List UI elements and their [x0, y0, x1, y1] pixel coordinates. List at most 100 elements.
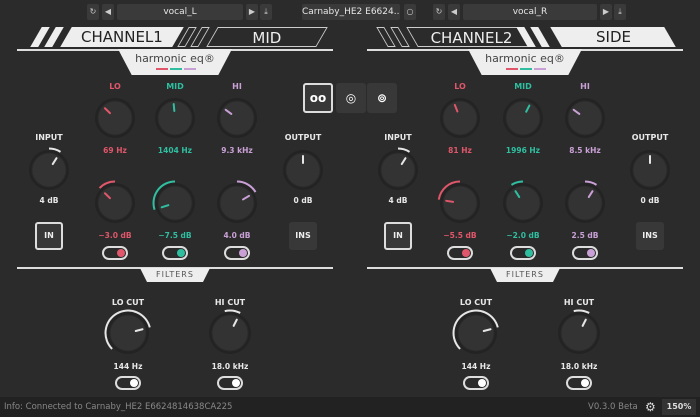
mid-freq-knob[interactable] — [499, 94, 547, 142]
logo: harmonic eq® — [118, 49, 232, 75]
hi-gain-value: 4.0 dB — [223, 231, 251, 240]
lo-freq-knob[interactable] — [436, 94, 484, 142]
ins-button[interactable]: INS — [636, 222, 664, 250]
lo-cut-label: LO CUT — [459, 298, 493, 307]
input-label: INPUT — [35, 133, 63, 142]
in-button[interactable]: IN — [35, 222, 63, 250]
input-value: 4 dB — [39, 196, 59, 205]
mid-band-toggle[interactable] — [510, 246, 536, 260]
link-linked-button[interactable]: ◎ — [336, 83, 366, 113]
hi-cut-toggle[interactable] — [217, 376, 243, 390]
input-knob[interactable] — [25, 146, 73, 194]
gear-icon[interactable]: ⚙ — [645, 400, 656, 414]
hi-band-toggle[interactable] — [224, 246, 250, 260]
knob-pointer — [172, 103, 176, 113]
save-right-icon[interactable]: ⤓ — [614, 4, 626, 20]
lo-gain-knob[interactable] — [91, 179, 139, 227]
filters-tab: FILTERS — [490, 268, 560, 282]
toggle-knob — [478, 379, 486, 387]
link-unlinked-button[interactable]: oo — [303, 83, 333, 113]
channel2-mode-button[interactable]: SIDE — [550, 27, 676, 47]
lo-band-toggle[interactable] — [447, 246, 473, 260]
lo-cut-value: 144 Hz — [113, 362, 143, 371]
lo-cut-knob[interactable] — [103, 308, 153, 358]
logo: harmonic eq® — [468, 49, 582, 75]
hi-band-toggle[interactable] — [572, 246, 598, 260]
mid-band-label: MID — [514, 82, 532, 91]
reconnect-icon[interactable]: ○ — [404, 4, 416, 20]
mid-gain-knob[interactable] — [499, 179, 547, 227]
mid-gain-value: −7.5 dB — [158, 231, 192, 240]
mid-band-label: MID — [166, 82, 184, 91]
preset-right-field[interactable]: vocal_R — [463, 4, 597, 20]
hi-freq-knob[interactable] — [561, 94, 609, 142]
lo-band-toggle[interactable] — [102, 246, 128, 260]
channel1-mode-button[interactable]: MID — [206, 27, 328, 47]
input-knob[interactable] — [374, 146, 422, 194]
hi-band-label: HI — [232, 82, 242, 91]
mid-gain-knob[interactable] — [151, 179, 199, 227]
lo-cut-knob[interactable] — [451, 308, 501, 358]
hi-freq-value: 8.5 kHz — [569, 146, 601, 155]
hi-cut-label: HI CUT — [214, 298, 246, 307]
mid-freq-knob[interactable] — [151, 94, 199, 142]
hi-gain-knob[interactable] — [213, 179, 261, 227]
prev-preset-right-button[interactable]: ◀ — [448, 4, 460, 20]
lo-gain-value: −3.0 dB — [98, 231, 132, 240]
toggle-knob — [581, 379, 589, 387]
lo-freq-value: 69 Hz — [103, 146, 127, 155]
output-value: 0 dB — [640, 196, 660, 205]
status-info: Info: Connected to Carnaby_HE2 E66248146… — [4, 402, 233, 412]
lo-freq-knob[interactable] — [91, 94, 139, 142]
hi-cut-value: 18.0 kHz — [560, 362, 598, 371]
input-value: 4 dB — [388, 196, 408, 205]
input-label: INPUT — [384, 133, 412, 142]
lo-cut-toggle[interactable] — [115, 376, 141, 390]
next-preset-left-button[interactable]: ▶ — [246, 4, 258, 20]
reload-right-icon[interactable]: ↻ — [433, 4, 445, 20]
hi-gain-knob[interactable] — [561, 179, 609, 227]
hi-band-label: HI — [580, 82, 590, 91]
preset-left-field[interactable]: vocal_L — [117, 4, 243, 20]
hi-freq-knob[interactable] — [213, 94, 261, 142]
hi-gain-value: 2.5 dB — [571, 231, 599, 240]
lo-cut-toggle[interactable] — [463, 376, 489, 390]
in-button[interactable]: IN — [384, 222, 412, 250]
next-preset-right-button[interactable]: ▶ — [600, 4, 612, 20]
save-left-icon[interactable]: ⤓ — [260, 4, 272, 20]
lo-cut-label: LO CUT — [111, 298, 145, 307]
toggle-knob — [177, 249, 185, 257]
device-field[interactable]: Carnaby_HE2 E6624... — [302, 4, 400, 20]
version-label: V0.3.0 Beta — [588, 402, 638, 412]
output-label: OUTPUT — [284, 133, 322, 142]
output-label: OUTPUT — [631, 133, 669, 142]
ins-button[interactable]: INS — [289, 222, 317, 250]
hi-cut-knob[interactable] — [554, 308, 604, 358]
lo-freq-value: 81 Hz — [448, 146, 472, 155]
knob-pointer — [445, 199, 455, 203]
lo-gain-value: −5.5 dB — [443, 231, 477, 240]
output-knob[interactable] — [279, 146, 327, 194]
prev-preset-left-button[interactable]: ◀ — [102, 4, 114, 20]
mid-freq-value: 1404 Hz — [157, 146, 193, 155]
toggle-knob — [239, 249, 247, 257]
reload-left-icon[interactable]: ↻ — [87, 4, 99, 20]
mid-gain-value: −2.0 dB — [506, 231, 540, 240]
toggle-knob — [525, 249, 533, 257]
hi-cut-toggle[interactable] — [566, 376, 592, 390]
hi-cut-knob[interactable] — [205, 308, 255, 358]
hi-freq-value: 9.3 kHz — [221, 146, 253, 155]
lo-band-label: LO — [454, 82, 466, 91]
lo-gain-knob[interactable] — [436, 179, 484, 227]
link-stereo-button[interactable]: ⊚ — [367, 83, 397, 113]
mid-band-toggle[interactable] — [162, 246, 188, 260]
output-knob[interactable] — [626, 146, 674, 194]
hi-cut-label: HI CUT — [563, 298, 595, 307]
toggle-knob — [232, 379, 240, 387]
zoom-button[interactable]: 150% — [662, 399, 696, 415]
status-bar: Info: Connected to Carnaby_HE2 E66248146… — [0, 397, 700, 417]
filters-tab: FILTERS — [140, 268, 210, 282]
output-value: 0 dB — [293, 196, 313, 205]
hi-cut-value: 18.0 kHz — [211, 362, 249, 371]
channel2-title: CHANNEL2 — [406, 27, 536, 47]
